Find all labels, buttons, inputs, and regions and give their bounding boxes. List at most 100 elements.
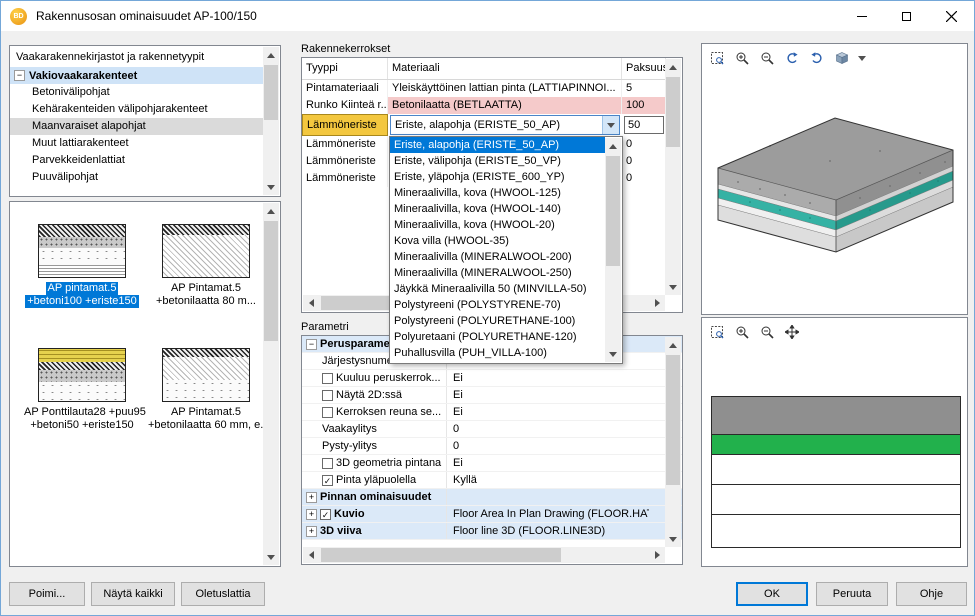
- dropdown-option[interactable]: Polystyreeni (POLYSTYRENE-70): [390, 297, 605, 313]
- expand-icon[interactable]: +: [306, 526, 317, 537]
- checkbox-checked-icon[interactable]: ✓: [322, 475, 333, 486]
- column-tyyppi: Tyyppi: [302, 58, 388, 79]
- layer-row-lammoneriste-active[interactable]: Lämmöneriste Eriste, alapohja (ERISTE_50…: [302, 114, 665, 136]
- param-row-pysty-ylitys[interactable]: Pysty-ylitys 0: [302, 438, 682, 455]
- close-icon: [946, 11, 957, 22]
- dropdown-scrollbar[interactable]: [605, 138, 621, 362]
- dropdown-option[interactable]: Eriste, alapohja (ERISTE_50_AP): [390, 137, 605, 153]
- zoom-window-button[interactable]: [706, 322, 728, 342]
- tree-item-parvekkeidenlattiat[interactable]: Parvekkeidenlattiat: [10, 152, 263, 169]
- param-row-nayta-2d[interactable]: Näytä 2D:ssä Ei: [302, 387, 682, 404]
- dropdown-option[interactable]: Kova villa (HWOOL-35): [390, 233, 605, 249]
- expand-icon[interactable]: +: [306, 509, 317, 520]
- dropdown-option[interactable]: Eriste, välipohja (ERISTE_50_VP): [390, 153, 605, 169]
- dropdown-option[interactable]: Mineraalivilla, kova (HWOOL-20): [390, 217, 605, 233]
- param-row-pinta-ylapuolella[interactable]: ✓Pinta yläpuolella Kyllä: [302, 472, 682, 489]
- param-section-kuvio[interactable]: +✓Kuvio Floor Area In Plan Drawing (FLOO…: [302, 506, 682, 523]
- param-row-3d-geometria[interactable]: 3D geometria pintana Ei: [302, 455, 682, 472]
- expand-icon[interactable]: +: [306, 492, 317, 503]
- checkbox-icon[interactable]: [322, 390, 333, 401]
- scroll-down-icon[interactable]: [263, 179, 279, 195]
- parameters-horizontal-scrollbar[interactable]: [303, 547, 665, 563]
- param-section-pinnan-ominaisuudet[interactable]: +Pinnan ominaisuudet: [302, 489, 682, 506]
- tree-item-vakiovaakarakenteet[interactable]: − Vakiovaakarakenteet: [10, 67, 263, 84]
- collapse-icon[interactable]: −: [14, 70, 25, 81]
- scroll-up-icon[interactable]: [263, 203, 279, 219]
- slab-2d-section-preview[interactable]: [711, 396, 961, 548]
- param-row-vaakaylitys[interactable]: Vaakaylitys 0: [302, 421, 682, 438]
- scroll-right-icon[interactable]: [649, 547, 665, 563]
- scroll-left-icon[interactable]: [303, 547, 319, 563]
- ok-button[interactable]: OK: [736, 582, 808, 606]
- tree-item-muut-lattiarakenteet[interactable]: Muut lattiarakenteet: [10, 135, 263, 152]
- nayta-kaikki-button[interactable]: Näytä kaikki: [91, 582, 175, 606]
- slab-3d-preview[interactable]: [710, 106, 960, 266]
- combo-dropdown-icon[interactable]: [602, 116, 619, 134]
- zoom-out-button[interactable]: [756, 48, 778, 68]
- library-scrollbar[interactable]: [263, 47, 279, 195]
- tree-item-maanvaraiset-alapohjat[interactable]: Maanvaraiset alapohjat: [10, 118, 263, 135]
- thumbnail-ap-ponttilauta28[interactable]: AP Ponttilauta28 +puu95+betoni50 +eriste…: [22, 348, 142, 432]
- thumbnail-ap-pintamat-betonilaatta80[interactable]: AP Pintamat.5+betonilaatta 80 m...: [146, 224, 266, 308]
- tree-item-betonivalipohjat[interactable]: Betonivälipohjat: [10, 84, 263, 101]
- maximize-button[interactable]: [884, 1, 929, 31]
- tree-item-puuvalipohjat[interactable]: Puuvälipohjat: [10, 169, 263, 186]
- pan-button[interactable]: [781, 322, 803, 342]
- scroll-up-icon[interactable]: [665, 59, 681, 75]
- dropdown-option[interactable]: Mineraalivilla, kova (HWOOL-125): [390, 185, 605, 201]
- zoom-window-icon: [710, 51, 724, 65]
- section-layer-white-1: [712, 455, 960, 485]
- dropdown-option[interactable]: Mineraalivilla (MINERALWOOL-200): [390, 249, 605, 265]
- param-row-kuuluu-peruskerrok[interactable]: Kuuluu peruskerrok... Ei: [302, 370, 682, 387]
- scroll-down-icon[interactable]: [665, 531, 681, 547]
- material-combobox[interactable]: Eriste, alapohja (ERISTE_50_AP): [390, 115, 620, 135]
- ohje-button[interactable]: Ohje: [896, 582, 967, 606]
- library-header: Vaakarakennekirjastot ja rakennetyypit: [10, 46, 280, 67]
- oletuslattia-button[interactable]: Oletuslattia: [181, 582, 265, 606]
- param-row-kerroksen-reuna[interactable]: Kerroksen reuna se... Ei: [302, 404, 682, 421]
- param-section-3d-viiva[interactable]: +3D viiva Floor line 3D (FLOOR.LINE3D): [302, 523, 682, 540]
- scroll-down-icon[interactable]: [665, 279, 681, 295]
- zoom-in-button[interactable]: [731, 322, 753, 342]
- gallery-scrollbar[interactable]: [263, 203, 279, 565]
- scroll-up-icon[interactable]: [263, 47, 279, 63]
- scroll-left-icon[interactable]: [303, 295, 319, 311]
- peruuta-button[interactable]: Peruuta: [816, 582, 888, 606]
- scroll-right-icon[interactable]: [649, 295, 665, 311]
- layers-vertical-scrollbar[interactable]: [665, 59, 681, 295]
- checkbox-icon[interactable]: [322, 373, 333, 384]
- poimi-button[interactable]: Poimi...: [9, 582, 85, 606]
- collapse-icon[interactable]: −: [306, 339, 317, 350]
- zoom-in-button[interactable]: [731, 48, 753, 68]
- rotate-left-icon: [785, 51, 799, 65]
- scroll-up-icon[interactable]: [605, 138, 621, 154]
- tree-item-keharakenteiden[interactable]: Kehärakenteiden välipohjarakenteet: [10, 101, 263, 118]
- checkbox-icon[interactable]: [322, 458, 333, 469]
- checkbox-checked-icon[interactable]: ✓: [320, 509, 331, 520]
- thumbnail-ap-pintamat-betonilaatta60[interactable]: AP Pintamat.5+betonilaatta 60 mm, e...: [146, 348, 266, 432]
- thickness-input[interactable]: 50: [624, 116, 664, 134]
- dropdown-option[interactable]: Mineraalivilla (MINERALWOOL-250): [390, 265, 605, 281]
- zoom-out-button[interactable]: [756, 322, 778, 342]
- dropdown-option[interactable]: Puhallusvilla (PUH_VILLA-100): [390, 345, 605, 361]
- close-button[interactable]: [929, 1, 974, 31]
- dropdown-option[interactable]: Eriste, yläpohja (ERISTE_600_YP): [390, 169, 605, 185]
- dropdown-option[interactable]: Polyuretaani (POLYURETHANE-120): [390, 329, 605, 345]
- layer-row-pintamateriaali[interactable]: Pintamateriaali Yleiskäyttöinen lattian …: [302, 80, 665, 97]
- dropdown-option[interactable]: Polystyreeni (POLYURETHANE-100): [390, 313, 605, 329]
- checkbox-icon[interactable]: [322, 407, 333, 418]
- view-cube-button[interactable]: [831, 48, 853, 68]
- layer-row-runko[interactable]: Runko Kiinteä r... Betonilaatta (BETLAAT…: [302, 97, 665, 114]
- view-options-dropdown[interactable]: [856, 48, 868, 68]
- thumbnail-ap-pintamat-betoni100[interactable]: AP pintamat.5+betoni100 +eriste150: [22, 224, 142, 308]
- scroll-down-icon[interactable]: [605, 346, 621, 362]
- zoom-window-button[interactable]: [706, 48, 728, 68]
- scroll-down-icon[interactable]: [263, 549, 279, 565]
- rotate-left-button[interactable]: [781, 48, 803, 68]
- rotate-right-button[interactable]: [806, 48, 828, 68]
- parameters-vertical-scrollbar[interactable]: [665, 337, 681, 547]
- minimize-button[interactable]: [839, 1, 884, 31]
- dropdown-option[interactable]: Jäykkä Mineraalivilla 50 (MINVILLA-50): [390, 281, 605, 297]
- scroll-up-icon[interactable]: [665, 337, 681, 353]
- dropdown-option[interactable]: Mineraalivilla, kova (HWOOL-140): [390, 201, 605, 217]
